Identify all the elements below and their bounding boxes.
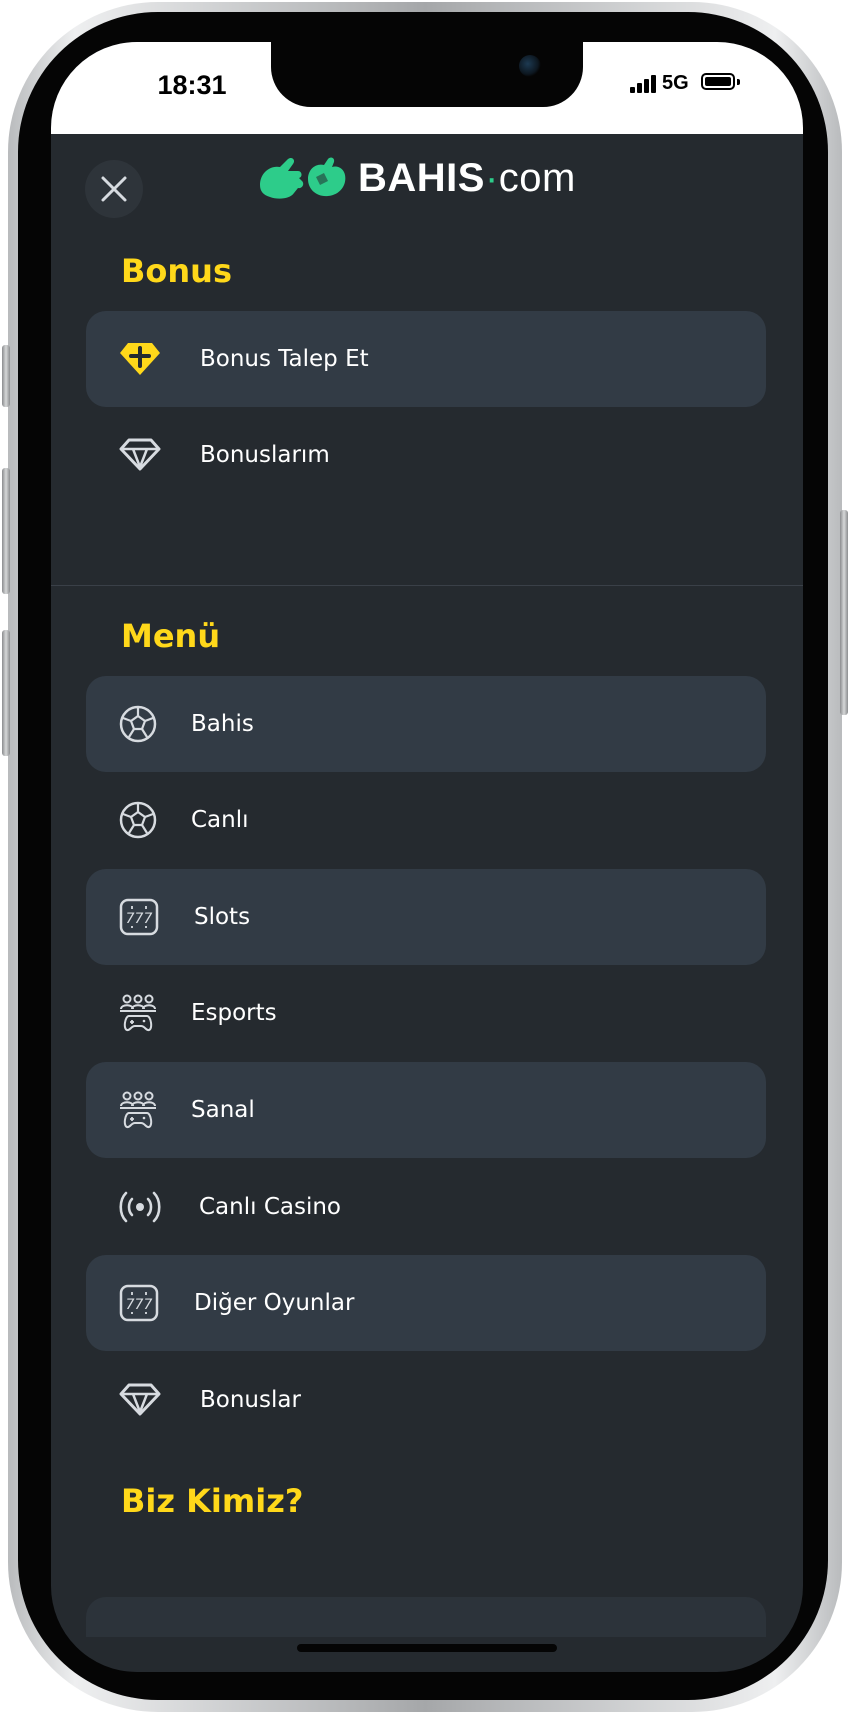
menu-item-diger-oyunlar[interactable]: 777 Diğer Oyunlar — [86, 1255, 766, 1351]
bonus-section-title: Bonus — [121, 252, 232, 290]
slot-machine-icon: 777 — [119, 898, 159, 936]
slot-machine-icon: 777 — [119, 1284, 159, 1322]
menu-item-label: Bonus Talep Et — [200, 346, 369, 372]
about-section-title: Biz Kimiz? — [121, 1482, 304, 1520]
menu-item-label: Bahis — [191, 711, 254, 737]
menu-item-label: Diğer Oyunlar — [194, 1290, 355, 1316]
menu-item-bahis[interactable]: Bahis — [86, 676, 766, 772]
phone-screen: 18:31 5G BAHIS·com Bonus Bonus Talep Et … — [51, 42, 803, 1672]
front-camera — [519, 55, 541, 77]
volume-down-button — [2, 630, 10, 756]
status-time: 18:31 — [157, 70, 227, 100]
svg-text:777: 777 — [126, 1297, 153, 1313]
notch — [271, 42, 583, 107]
menu-item-slots[interactable]: 777 Slots — [86, 869, 766, 965]
soccer-ball-icon — [119, 705, 157, 743]
brand-logo[interactable]: BAHIS·com — [258, 155, 576, 201]
menu-item-label: Bonuslar — [200, 1387, 301, 1413]
menu-item-sanal[interactable]: Sanal — [86, 1062, 766, 1158]
soccer-ball-icon — [119, 801, 157, 839]
volume-up-button — [2, 468, 10, 594]
gamepad-users-icon — [120, 994, 156, 1032]
menu-item-canli[interactable]: Canlı — [86, 772, 766, 868]
menu-item-esports[interactable]: Esports — [86, 965, 766, 1061]
logo-text-light: com — [498, 155, 576, 200]
battery-icon — [701, 73, 735, 90]
menu-item-label: Esports — [191, 1000, 277, 1026]
signal-icon — [630, 75, 656, 93]
logo-text-bold: BAHIS — [358, 155, 485, 200]
diamond-icon — [119, 1383, 161, 1416]
logo-text: BAHIS·com — [358, 155, 576, 200]
diamond-plus-icon — [120, 343, 160, 375]
home-indicator[interactable] — [297, 1644, 557, 1652]
logo-hands-icon — [260, 157, 346, 199]
menu-section-title: Menü — [121, 617, 221, 655]
menu-item-label: Canlı — [191, 807, 249, 833]
section-divider — [51, 585, 803, 586]
about-item-partial[interactable] — [86, 1597, 766, 1637]
network-label: 5G — [662, 72, 689, 94]
menu-item-canli-casino[interactable]: Canlı Casino — [86, 1159, 766, 1255]
menu-item-bonuslar[interactable]: Bonuslar — [86, 1352, 766, 1448]
power-button — [840, 510, 848, 715]
menu-item-bonuslarim[interactable]: Bonuslarım — [86, 407, 766, 503]
menu-item-bonus-talep-et[interactable]: Bonus Talep Et — [86, 311, 766, 407]
close-button[interactable] — [85, 160, 143, 218]
svg-text:777: 777 — [126, 911, 153, 927]
close-icon — [101, 176, 127, 202]
menu-item-label: Sanal — [191, 1097, 255, 1123]
gamepad-users-icon — [120, 1091, 156, 1129]
broadcast-icon — [119, 1191, 161, 1223]
menu-item-label: Canlı Casino — [199, 1194, 341, 1220]
menu-item-label: Slots — [194, 904, 251, 930]
mute-switch — [2, 345, 10, 407]
status-bar: 18:31 5G — [51, 42, 803, 134]
battery-tip — [737, 79, 740, 85]
diamond-icon — [119, 438, 161, 471]
menu-item-label: Bonuslarım — [200, 442, 330, 468]
